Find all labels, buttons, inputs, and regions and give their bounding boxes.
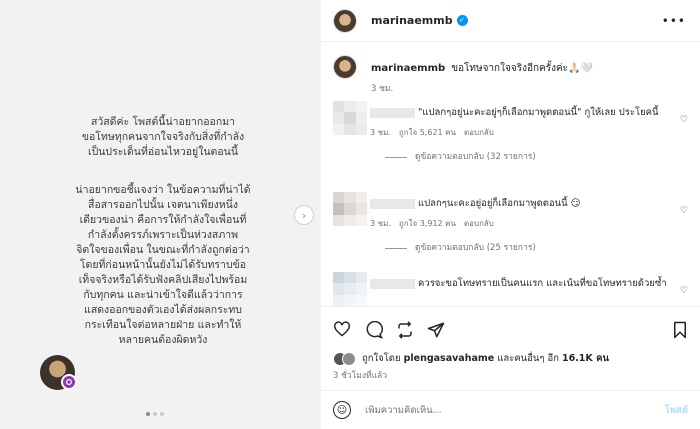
comment-like-icon[interactable]: ♡	[680, 206, 688, 216]
likes-summary[interactable]: ถูกใจโดย plengasavahame และคนอื่นๆ อีก 1…	[333, 351, 609, 366]
comment-time: 3 ชม.	[370, 128, 391, 137]
comment-time: 3 ชม.	[370, 219, 391, 228]
caption-time: 3 ชม.	[371, 84, 394, 94]
comment-avatar[interactable]	[333, 101, 367, 135]
bookmark-icon[interactable]	[672, 321, 688, 342]
share-icon[interactable]	[427, 321, 445, 342]
more-options-icon[interactable]: •••	[662, 14, 686, 28]
avatar	[342, 351, 356, 366]
caption-text: marinaemmb ขอโทษจากใจจริงอีกครั้งค่ะ🙏🏻🤍	[371, 61, 593, 76]
avatar[interactable]	[333, 55, 357, 79]
comment-likes[interactable]: ถูกใจ 5,621 คน	[399, 126, 456, 140]
header-username[interactable]: marinaemmb	[371, 14, 453, 27]
comment-username-blurred[interactable]	[370, 107, 415, 118]
post-text-paragraph: สวัสดีค่ะ โพสต์นี้น่าอยากออกมา ขอโทษทุกค…	[81, 116, 245, 158]
caption-body: ขอโทษจากใจจริงอีกครั้งค่ะ🙏🏻🤍	[451, 63, 593, 74]
carousel-dots	[146, 412, 164, 416]
view-replies-button[interactable]: ดูข้อความตอบกลับ (25 รายการ)	[385, 241, 670, 255]
view-replies-button[interactable]: ดูข้อความตอบกลับ (32 รายการ)	[385, 150, 670, 164]
comment-box: ☺ โพสต์	[321, 390, 700, 429]
comment-like-icon[interactable]: ♡	[680, 286, 688, 296]
comment-username-blurred[interactable]	[370, 278, 415, 289]
likes-prefix: ถูกใจโดย	[362, 353, 404, 364]
comment-icon[interactable]	[365, 320, 384, 342]
emoji-icon[interactable]: ☺	[333, 401, 351, 419]
comment-text: แปลกๆนะคะอยู่อยู่ก็เลือกมาพูดตอนนี้ 😏	[418, 198, 581, 209]
carousel-dot	[160, 412, 164, 416]
post-header: marinaemmb ✓ •••	[321, 0, 700, 42]
comment-likes[interactable]: ถูกใจ 3,912 คน	[399, 217, 456, 231]
comment-avatar[interactable]	[333, 192, 367, 226]
comment-username-blurred[interactable]	[370, 198, 415, 209]
post-comment-button[interactable]: โพสต์	[665, 403, 688, 418]
repost-icon[interactable]	[396, 321, 414, 342]
avatar[interactable]	[333, 8, 357, 33]
post-time: 3 ชั่วโมงที่แล้ว	[333, 371, 388, 381]
reply-button[interactable]: ตอบกลับ	[464, 217, 494, 231]
reply-button[interactable]: ตอบกลับ	[464, 126, 494, 140]
threads-badge-icon	[61, 374, 77, 390]
comment-like-icon[interactable]: ♡	[680, 115, 688, 125]
post-text-paragraph: น่าอยากขอชี้แจงว่า ในข้อความที่น่าได้ สื…	[75, 184, 251, 346]
comment-text: "แปลกๆอยู่นะคะอยู่ๆก็เลือกมาพูดตอนนี้" ก…	[418, 107, 659, 118]
post-image-carousel[interactable]: สวัสดีค่ะ โพสต์นี้น่าอยากออกมา ขอโทษทุกค…	[0, 0, 321, 429]
post-actions-bar	[321, 306, 700, 350]
post-detail-panel: marinaemmb ✓ ••• marinaemmb ขอโทษจากใจจริ…	[321, 0, 700, 429]
likes-middle: และคนอื่นๆ อีก	[494, 353, 562, 364]
carousel-dot	[146, 412, 150, 416]
likes-user[interactable]: plengasavahame	[404, 353, 495, 364]
likes-count[interactable]: 16.1K	[562, 353, 593, 364]
caption-username[interactable]: marinaemmb	[371, 63, 445, 74]
comment-input[interactable]	[365, 404, 625, 416]
verified-badge-icon: ✓	[456, 15, 468, 26]
carousel-next-button[interactable]: ›	[294, 205, 314, 225]
comment-text: ควรจะขอโทษทรายเป็นคนแรก และเน้นที่ขอโทษท…	[418, 278, 667, 289]
caption: marinaemmb ขอโทษจากใจจริงอีกครั้งค่ะ🙏🏻🤍 3…	[333, 55, 688, 95]
likes-suffix: คน	[592, 353, 609, 364]
comment-avatar[interactable]	[333, 272, 367, 306]
carousel-dot	[153, 412, 157, 416]
post-image-text: สวัสดีค่ะ โพสต์นี้น่าอยากออกมา ขอโทษทุกค…	[58, 100, 268, 371]
chevron-right-icon: ›	[301, 208, 307, 222]
heart-icon[interactable]	[333, 321, 351, 340]
